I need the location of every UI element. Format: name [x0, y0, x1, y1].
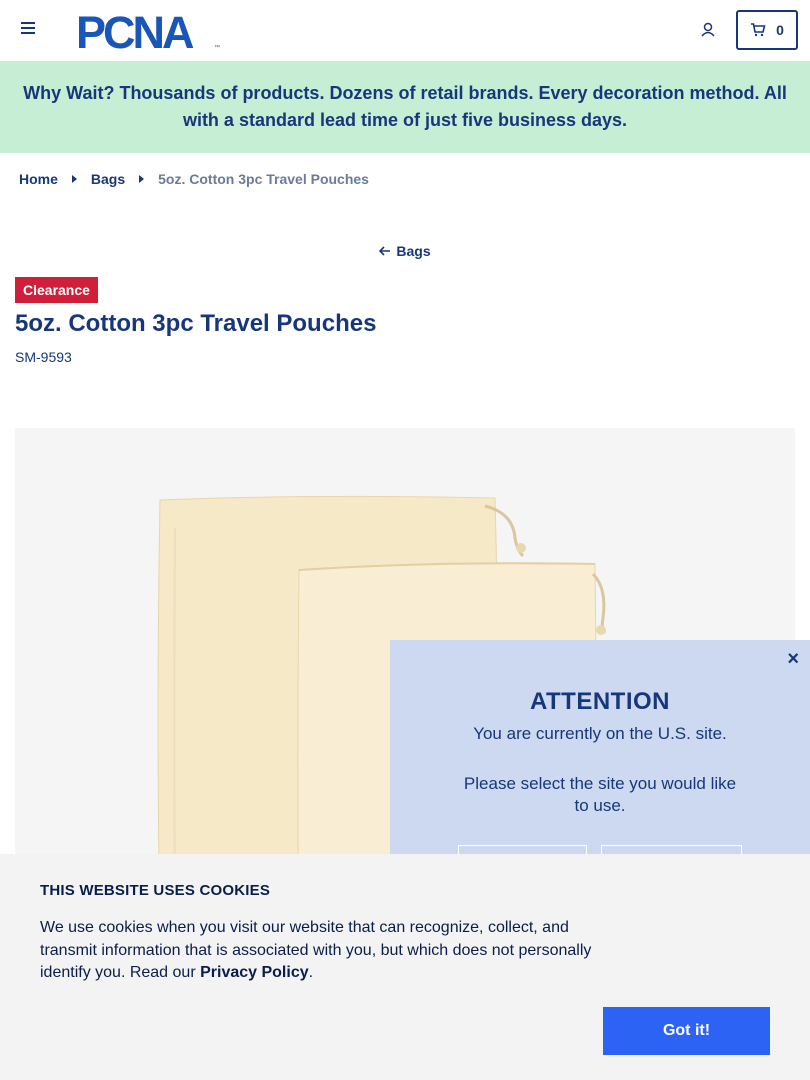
clearance-badge: Clearance	[15, 277, 98, 303]
product-sku: SM-9593	[15, 349, 72, 365]
back-link-container: Bags	[0, 243, 810, 259]
pcna-logo[interactable]: PCNA ™	[76, 7, 224, 58]
modal-current-site: You are currently on the U.S. site.	[473, 724, 727, 743]
caret-right-icon	[139, 175, 145, 183]
arrow-left-icon	[379, 246, 391, 256]
cookie-body: We use cookies when you visit our websit…	[40, 919, 592, 981]
cookie-text: We use cookies when you visit our websit…	[40, 917, 610, 985]
breadcrumb: Home Bags 5oz. Cotton 3pc Travel Pouches	[19, 171, 369, 187]
breadcrumb-current: 5oz. Cotton 3pc Travel Pouches	[158, 171, 369, 187]
cart-count: 0	[776, 22, 784, 38]
cookie-banner: THIS WEBSITE USES COOKIES We use cookies…	[0, 854, 810, 1080]
promo-banner: Why Wait? Thousands of products. Dozens …	[0, 61, 810, 153]
back-link-label: Bags	[396, 243, 431, 259]
svg-text:™: ™	[214, 44, 220, 50]
promo-text: Why Wait? Thousands of products. Dozens …	[23, 83, 787, 130]
product-title: 5oz. Cotton 3pc Travel Pouches	[15, 310, 377, 337]
cart-button[interactable]: 0	[736, 10, 798, 50]
menu-icon[interactable]	[21, 22, 35, 38]
cookie-title: THIS WEBSITE USES COOKIES	[40, 882, 271, 899]
cart-icon	[751, 23, 766, 37]
cookie-accept-button[interactable]: Got it!	[603, 1007, 770, 1055]
site-header: PCNA ™ 0	[0, 0, 810, 61]
breadcrumb-home[interactable]: Home	[19, 171, 58, 187]
site-selection-modal: × ATTENTION You are currently on the U.S…	[390, 640, 810, 890]
close-icon[interactable]: ×	[787, 648, 799, 671]
svg-text:PCNA: PCNA	[76, 10, 194, 50]
user-icon[interactable]	[699, 21, 717, 39]
back-to-bags-link[interactable]: Bags	[379, 243, 431, 259]
modal-title: ATTENTION	[529, 688, 671, 715]
cookie-end: .	[308, 964, 314, 981]
privacy-policy-link[interactable]: Privacy Policy	[200, 964, 309, 981]
breadcrumb-bags[interactable]: Bags	[91, 171, 125, 187]
modal-instruction: Please select the site you would like to…	[463, 774, 737, 815]
caret-right-icon	[71, 175, 77, 183]
